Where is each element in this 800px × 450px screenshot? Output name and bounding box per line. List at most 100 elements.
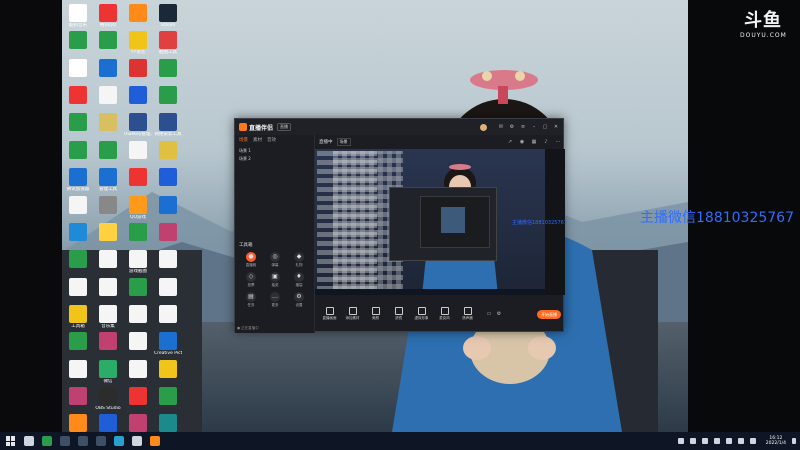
tool-icon: ⚙ — [294, 292, 304, 302]
tray-icon[interactable] — [725, 438, 732, 444]
settings-small-icon[interactable]: ⚙ — [496, 311, 502, 317]
contact-watermark: 主播微信18810325767 — [640, 210, 794, 226]
desktop-icon-label: 管理工具 — [99, 187, 117, 193]
app-icon — [129, 168, 147, 187]
app-icon — [69, 304, 87, 323]
control-icon — [394, 307, 403, 315]
minimize-icon[interactable]: – — [531, 124, 537, 130]
scene-tab[interactable]: 音效 — [267, 137, 276, 143]
tool-label: 礼物 — [295, 263, 303, 267]
control-label: 虚拟形象 — [414, 316, 429, 320]
nested-app-capture — [389, 187, 497, 261]
app-icon — [129, 4, 147, 22]
app-icon — [129, 58, 147, 77]
app-icon — [99, 250, 117, 269]
tray-icon[interactable] — [713, 438, 720, 444]
app-titlebar[interactable]: 直播伴侣 直播 ✉ ⚙ ≡ – ▢ ✕ — [235, 119, 563, 135]
desktop-icon-label: 网络安装工具 — [154, 132, 182, 138]
app-icon — [159, 195, 177, 214]
tray-icon[interactable] — [677, 438, 684, 444]
close-icon[interactable]: ✕ — [553, 124, 559, 130]
app-icon — [159, 387, 177, 406]
app-icon — [69, 359, 87, 378]
clock-date: 2022/1/4 — [765, 441, 786, 446]
taskbar-app-icon[interactable] — [96, 436, 106, 446]
scene-tab[interactable]: 素材 — [253, 137, 262, 143]
control-label: 扬声器 — [462, 316, 473, 320]
search-icon[interactable] — [24, 436, 34, 446]
app-icon — [99, 414, 117, 432]
tool-button[interactable]: ◆ 礼物 — [287, 252, 311, 268]
control-button[interactable]: 添加素材 — [342, 307, 363, 321]
preview-badge[interactable]: 场景 — [336, 138, 351, 146]
tool-button[interactable]: … 更多 — [263, 292, 287, 308]
notification-icon[interactable] — [792, 438, 796, 444]
menu-icon[interactable]: ≡ — [520, 124, 526, 130]
control-icon — [325, 307, 334, 315]
tray-icon[interactable] — [689, 438, 696, 444]
nested-preview-image — [441, 207, 465, 233]
tool-icon: ▤ — [246, 292, 256, 302]
network-icon[interactable] — [737, 438, 744, 444]
share-icon[interactable]: ↗ — [507, 139, 513, 145]
app-icon — [99, 31, 117, 50]
scene-tab[interactable]: 场景 — [239, 137, 248, 143]
tool-button[interactable]: ⚙ 设置 — [287, 292, 311, 308]
more-icon[interactable]: ⋯ — [555, 139, 561, 145]
douyu-logo-domain: DOUYU.COM — [740, 32, 787, 39]
desktop-icon[interactable] — [64, 414, 92, 432]
bell-icon[interactable]: ♪ — [543, 139, 549, 145]
control-icon — [417, 307, 426, 315]
avatar[interactable] — [480, 123, 487, 131]
camera-icon[interactable]: ▭ — [486, 311, 492, 317]
tool-label: 弹幕 — [271, 263, 279, 267]
system-tray: 16:12 2022/1/4 — [677, 436, 796, 446]
taskbar-clock[interactable]: 16:12 2022/1/4 — [766, 436, 786, 446]
taskbar-app-icon[interactable] — [42, 436, 52, 446]
steam-taskbar-icon[interactable] — [132, 436, 142, 446]
taskbar-app-icon[interactable] — [60, 436, 70, 446]
window-controls: ✉ ⚙ ≡ – ▢ ✕ — [480, 123, 559, 131]
control-button[interactable]: 直播画面 — [319, 307, 340, 321]
record-icon[interactable]: ◉ — [519, 139, 525, 145]
scene-row[interactable]: 场景 1 — [239, 147, 310, 155]
app-icon — [99, 195, 117, 214]
tool-button[interactable]: ♦ 福袋 — [287, 272, 311, 288]
scene-list: 场景 1 场景 2 — [235, 145, 314, 165]
app-icon — [129, 140, 147, 159]
tool-button[interactable]: ▤ 任务 — [239, 292, 263, 308]
control-button[interactable]: 麦克风 — [434, 307, 455, 321]
tool-button[interactable]: ▣ 抽奖 — [263, 272, 287, 288]
tool-button[interactable]: ◎ 弹幕 — [263, 252, 287, 268]
app-icon — [159, 140, 177, 159]
app-name: 直播伴侣 — [249, 124, 274, 132]
layout-icon[interactable]: ▦ — [531, 139, 537, 145]
scene-row[interactable]: 场景 2 — [239, 155, 310, 163]
maximize-icon[interactable]: ▢ — [542, 124, 548, 130]
tool-button[interactable]: ◇ 投票 — [239, 272, 263, 288]
app-icon — [99, 168, 117, 187]
app-mode-badge[interactable]: 直播 — [277, 123, 292, 131]
control-buttons: 直播画面 添加素材 美颜 滤镜 虚拟形象 麦克风 扬声器 — [319, 307, 480, 321]
desktop-icon[interactable] — [154, 414, 182, 432]
settings-icon[interactable]: ⚙ — [509, 124, 515, 130]
tool-icon: ♦ — [294, 272, 304, 282]
taskbar-app-icon[interactable] — [78, 436, 88, 446]
control-button[interactable]: 扬声器 — [457, 307, 478, 321]
control-button[interactable]: 美颜 — [365, 307, 386, 321]
app-icon — [129, 277, 147, 296]
tool-icon: ◆ — [294, 252, 304, 262]
control-button[interactable]: 虚拟形象 — [411, 307, 432, 321]
mail-icon[interactable]: ✉ — [498, 124, 504, 130]
windows-start-icon[interactable] — [6, 436, 16, 446]
tray-icon[interactable] — [701, 438, 708, 444]
streaming-app-taskbar-icon[interactable] — [150, 436, 160, 446]
desktop-icon[interactable] — [94, 414, 122, 432]
tool-button[interactable]: ● 直播姬 — [239, 252, 263, 268]
app-icon — [69, 387, 87, 406]
desktop-icon[interactable] — [124, 414, 152, 432]
volume-icon[interactable] — [749, 438, 756, 444]
taskbar-app-icon[interactable] — [114, 436, 124, 446]
start-live-button[interactable]: 开始直播 — [537, 309, 561, 319]
control-button[interactable]: 滤镜 — [388, 307, 409, 321]
